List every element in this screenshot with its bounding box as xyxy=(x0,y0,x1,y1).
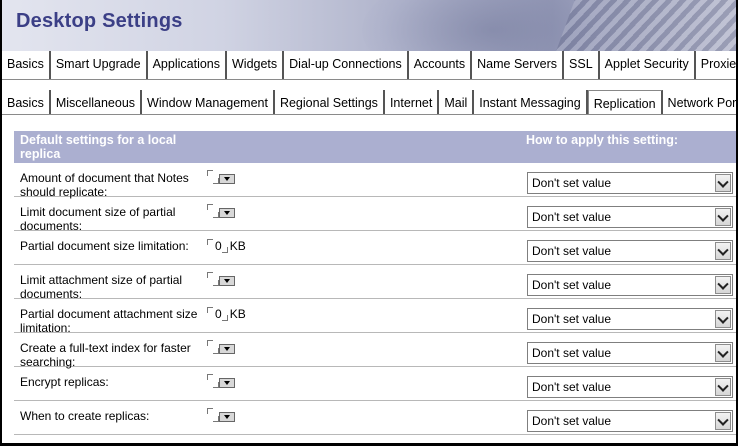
subtab-basics[interactable]: Basics xyxy=(2,90,51,115)
section-header: Default settings for a local replica How… xyxy=(14,131,736,163)
secondary-tab-bar: Basics Miscellaneous Window Management Regi… xyxy=(2,90,736,115)
field-bracket-icon xyxy=(207,374,213,380)
field-bracket-icon xyxy=(221,247,228,253)
subtab-window-management[interactable]: Window Management xyxy=(142,90,275,115)
tab-applet-security[interactable]: Applet Security xyxy=(600,51,696,79)
field-bracket-icon xyxy=(207,204,213,210)
chevron-down-icon[interactable] xyxy=(715,378,731,396)
tab-divider xyxy=(2,114,736,115)
subtab-miscellaneous[interactable]: Miscellaneous xyxy=(51,90,143,115)
apply-select[interactable]: Don't set value xyxy=(527,172,733,194)
subtab-internet[interactable]: Internet xyxy=(385,90,440,115)
subtab-mail[interactable]: Mail xyxy=(439,90,475,115)
value-field[interactable] xyxy=(207,408,235,422)
chevron-down-icon[interactable] xyxy=(219,378,235,388)
value-field[interactable] xyxy=(207,340,235,354)
subtab-instant-messaging[interactable]: Instant Messaging xyxy=(474,90,588,115)
apply-select-value: Don't set value xyxy=(532,380,612,394)
setting-row: Create a full-text index for faster sear… xyxy=(14,333,736,369)
setting-row: Amount of document that Notes should rep… xyxy=(14,163,736,199)
tab-ssl[interactable]: SSL xyxy=(564,51,600,79)
size-unit: KB xyxy=(229,239,246,253)
setting-row: Encrypt replicas: Don't set value xyxy=(14,367,736,401)
apply-select[interactable]: Don't set value xyxy=(527,206,733,228)
setting-label: Partial document size limitation: xyxy=(20,239,189,253)
setting-row: When to create replicas: Don't set value xyxy=(14,401,736,435)
field-bracket-icon xyxy=(207,239,213,245)
chevron-down-icon[interactable] xyxy=(219,208,235,218)
setting-label: Encrypt replicas: xyxy=(20,375,109,389)
subtab-regional-settings[interactable]: Regional Settings xyxy=(275,90,385,115)
tab-basics[interactable]: Basics xyxy=(2,51,51,79)
field-bracket-icon xyxy=(207,170,213,176)
field-bracket-icon xyxy=(221,315,228,321)
apply-select[interactable]: Don't set value xyxy=(527,240,733,262)
chevron-down-icon[interactable] xyxy=(219,174,235,184)
value-field[interactable] xyxy=(207,272,235,286)
apply-select[interactable]: Don't set value xyxy=(527,274,733,296)
apply-select-value: Don't set value xyxy=(532,210,612,224)
chevron-down-icon[interactable] xyxy=(715,208,731,226)
tab-dial-up-connections[interactable]: Dial-up Connections xyxy=(284,51,409,79)
chevron-down-icon[interactable] xyxy=(715,174,731,192)
setting-label: Limit attachment size of partial documen… xyxy=(20,273,183,301)
settings-window: Desktop Settings Basics Smart Upgrade Appl… xyxy=(2,0,736,445)
tab-applications[interactable]: Applications xyxy=(148,51,227,79)
apply-select-value: Don't set value xyxy=(532,312,612,326)
setting-label: Limit document size of partial documents… xyxy=(20,205,176,233)
setting-row: Partial document size limitation: 0 KB Do… xyxy=(14,231,736,265)
page-title: Desktop Settings xyxy=(16,10,183,32)
field-bracket-icon xyxy=(207,408,213,414)
size-value: 0 xyxy=(215,239,222,253)
tab-widgets[interactable]: Widgets xyxy=(227,51,285,79)
value-field[interactable] xyxy=(207,374,235,388)
setting-row: Limit attachment size of partial documen… xyxy=(14,265,736,301)
apply-select-value: Don't set value xyxy=(532,244,612,258)
setting-row: Partial document attachment size limitat… xyxy=(14,299,736,335)
chevron-down-icon[interactable] xyxy=(715,344,731,362)
field-bracket-icon xyxy=(207,340,213,346)
apply-heading: How to apply this setting: xyxy=(526,133,679,147)
value-field[interactable] xyxy=(207,170,235,184)
size-input[interactable]: 0 KB xyxy=(207,239,246,255)
setting-label: When to create replicas: xyxy=(20,409,150,423)
subtab-network-port[interactable]: Network Port xyxy=(663,90,736,115)
apply-select-value: Don't set value xyxy=(532,414,612,428)
chevron-down-icon[interactable] xyxy=(715,276,731,294)
primary-tab-bar: Basics Smart Upgrade Applications Widgets Di… xyxy=(2,51,736,80)
chevron-down-icon[interactable] xyxy=(219,344,235,354)
apply-select[interactable]: Don't set value xyxy=(527,308,733,330)
banner: Desktop Settings xyxy=(2,0,736,51)
tab-accounts[interactable]: Accounts xyxy=(409,51,473,79)
chevron-down-icon[interactable] xyxy=(715,242,731,260)
field-bracket-icon xyxy=(207,307,213,313)
apply-select[interactable]: Don't set value xyxy=(527,342,733,364)
banner-decoration-stripes xyxy=(545,0,736,51)
apply-select[interactable]: Don't set value xyxy=(527,410,733,432)
apply-select-value: Don't set value xyxy=(532,278,612,292)
chevron-down-icon[interactable] xyxy=(219,412,235,422)
setting-label: Create a full-text index for faster sear… xyxy=(20,341,191,369)
size-value: 0 xyxy=(215,307,222,321)
replica-settings-table: Default settings for a local replica How… xyxy=(14,131,736,435)
setting-row: Limit document size of partial documents… xyxy=(14,197,736,233)
apply-select-value: Don't set value xyxy=(532,176,612,190)
setting-label: Partial document attachment size limitat… xyxy=(20,307,198,335)
size-input[interactable]: 0 KB xyxy=(207,307,246,323)
field-bracket-icon xyxy=(207,272,213,278)
apply-select-value: Don't set value xyxy=(532,346,612,360)
chevron-down-icon[interactable] xyxy=(715,412,731,430)
tab-proxies[interactable]: Proxies xyxy=(696,51,736,79)
size-unit: KB xyxy=(229,307,246,321)
apply-select[interactable]: Don't set value xyxy=(527,376,733,398)
tab-name-servers[interactable]: Name Servers xyxy=(472,51,565,79)
setting-label: Amount of document that Notes should rep… xyxy=(20,171,189,199)
chevron-down-icon[interactable] xyxy=(219,276,235,286)
chevron-down-icon[interactable] xyxy=(715,310,731,328)
tab-smart-upgrade[interactable]: Smart Upgrade xyxy=(51,51,148,79)
subtab-replication[interactable]: Replication xyxy=(587,90,663,115)
value-field[interactable] xyxy=(207,204,235,218)
section-heading: Default settings for a local replica xyxy=(20,133,177,161)
